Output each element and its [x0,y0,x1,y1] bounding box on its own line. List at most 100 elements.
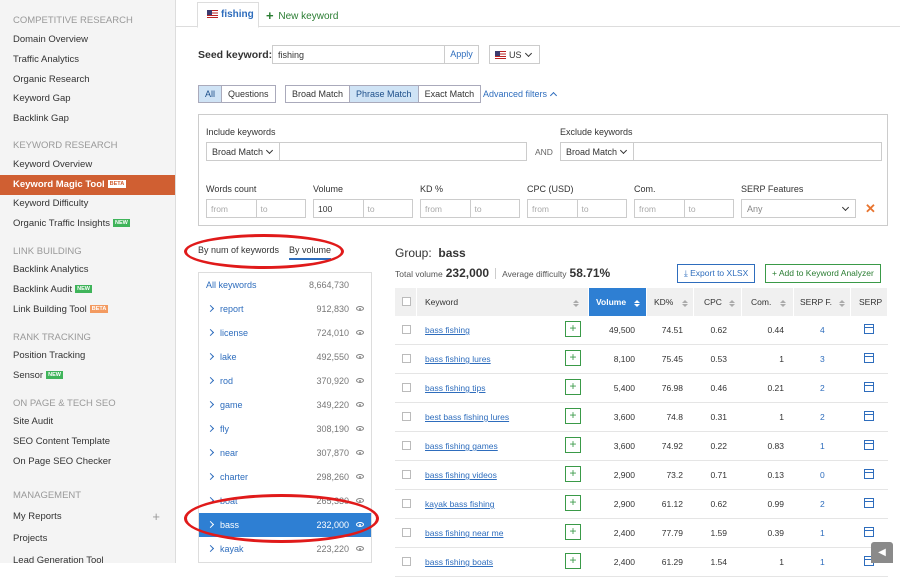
to-field[interactable]: to [363,200,413,217]
serp-features-link[interactable]: 1 [820,557,825,567]
keyword-link[interactable]: best bass fishing lures [425,412,509,422]
sidebar-item-keyword-magic-tool[interactable]: Keyword Magic ToolBETA [0,175,176,195]
exclude-match-select[interactable]: Broad Match [560,142,634,161]
add-keyword-button[interactable]: + [565,553,581,569]
group-item-all[interactable]: All keywords 8,664,730 [199,273,371,297]
eye-icon[interactable] [356,378,364,383]
sidebar-item-organic-traffic-insights[interactable]: Organic Traffic InsightsNEW [0,214,176,234]
group-item[interactable]: lake492,550 [199,345,371,369]
row-checkbox[interactable] [402,528,411,537]
feedback-icon[interactable]: ◀ [871,542,893,563]
add-keyword-button[interactable]: + [565,495,581,511]
from-field[interactable]: from [635,200,684,217]
cpc-range[interactable]: fromto [527,199,627,218]
keyword-link[interactable]: bass fishing near me [425,528,503,538]
group-item[interactable]: game349,220 [199,393,371,417]
serp-features-link[interactable]: 1 [820,441,825,451]
sidebar-item-link-building-tool[interactable]: Link Building ToolBETA [0,300,176,320]
eye-icon[interactable] [356,330,364,335]
from-field[interactable]: from [528,200,577,217]
row-checkbox[interactable] [402,470,411,479]
to-field[interactable]: to [684,200,734,217]
serp-features-link[interactable]: 2 [820,383,825,393]
row-checkbox[interactable] [402,441,411,450]
add-keyword-button[interactable]: + [565,408,581,424]
include-keywords-input[interactable] [279,142,527,161]
row-checkbox[interactable] [402,499,411,508]
sidebar-item-organic-research[interactable]: Organic Research [0,70,176,90]
group-item[interactable]: near307,870 [199,441,371,465]
sidebar-item-backlink-audit[interactable]: Backlink AuditNEW [0,280,176,300]
export-xlsx-button[interactable]: ⤓ Export to XLSX [677,264,755,283]
serp-icon[interactable] [864,411,874,421]
row-checkbox[interactable] [402,354,411,363]
serp-features-link[interactable]: 3 [820,354,825,364]
group-item[interactable]: fly308,190 [199,417,371,441]
clear-filters-icon[interactable]: ✕ [865,201,876,217]
add-report-icon[interactable]: + [152,507,160,527]
from-field[interactable]: from [421,200,470,217]
to-field[interactable]: to [256,200,306,217]
serp-features-link[interactable]: 1 [820,528,825,538]
advanced-filters-toggle[interactable]: Advanced filters [483,89,556,99]
tab-exact-match[interactable]: Exact Match [418,86,481,102]
tab-broad-match[interactable]: Broad Match [286,86,349,102]
serp-features-link[interactable]: 0 [820,470,825,480]
row-checkbox[interactable] [402,557,411,566]
eye-icon[interactable] [356,546,364,551]
sidebar-item-my-reports[interactable]: My Reports+ [0,507,176,527]
serp-features-link[interactable]: 4 [820,325,825,335]
serp-icon[interactable] [864,440,874,450]
sidebar-item-site-audit[interactable]: Site Audit [0,412,176,432]
to-field[interactable]: to [470,200,520,217]
column-header-serp-f[interactable]: SERP F. [794,288,851,316]
column-header-cpc[interactable]: CPC [694,288,742,316]
eye-icon[interactable] [356,450,364,455]
column-header-com[interactable]: Com. [742,288,794,316]
serp-icon[interactable] [864,324,874,334]
eye-icon[interactable] [356,306,364,311]
kd-range[interactable]: fromto [420,199,520,218]
tab-fishing[interactable]: fishing [197,2,259,28]
com-range[interactable]: fromto [634,199,734,218]
serp-icon[interactable] [864,527,874,537]
serp-features-link[interactable]: 2 [820,412,825,422]
apply-button[interactable]: Apply [444,46,478,63]
select-all-checkbox[interactable] [402,297,411,306]
to-field[interactable]: to [577,200,627,217]
sidebar-item-sensor[interactable]: SensorNEW [0,366,176,386]
column-header-keyword[interactable]: Keyword [417,288,589,316]
sidebar-item-traffic-analytics[interactable]: Traffic Analytics [0,50,176,70]
tab-all[interactable]: All [199,86,221,102]
keyword-link[interactable]: bass fishing games [425,441,498,451]
serp-features-link[interactable]: 2 [820,499,825,509]
serp-icon[interactable] [864,498,874,508]
column-header-volume[interactable]: Volume [589,288,647,316]
sidebar-item-on-page-seo-checker[interactable]: On Page SEO Checker [0,452,176,472]
column-header-kd[interactable]: KD% [647,288,694,316]
keyword-link[interactable]: bass fishing boats [425,557,493,567]
sidebar-item-keyword-overview[interactable]: Keyword Overview [0,155,176,175]
sidebar-item-domain-overview[interactable]: Domain Overview [0,30,176,50]
add-keyword-button[interactable]: + [565,350,581,366]
tab-phrase-match[interactable]: Phrase Match [349,86,418,102]
database-select[interactable]: US [489,45,540,64]
group-item[interactable]: license724,010 [199,321,371,345]
add-keyword-button[interactable]: + [565,379,581,395]
sidebar-item-backlink-gap[interactable]: Backlink Gap [0,109,176,129]
sidebar-item-keyword-difficulty[interactable]: Keyword Difficulty [0,194,176,214]
serp-icon[interactable] [864,469,874,479]
new-keyword-tab[interactable]: + New keyword [266,8,338,23]
from-field[interactable]: 100 [314,200,363,217]
include-match-select[interactable]: Broad Match [206,142,280,161]
keyword-link[interactable]: bass fishing lures [425,354,491,364]
serp-icon[interactable] [864,382,874,392]
sidebar-item-backlink-analytics[interactable]: Backlink Analytics [0,260,176,280]
group-item[interactable]: report912,830 [199,297,371,321]
add-keyword-button[interactable]: + [565,524,581,540]
eye-icon[interactable] [356,426,364,431]
keyword-link[interactable]: bass fishing videos [425,470,497,480]
keyword-link[interactable]: kayak bass fishing [425,499,494,509]
row-checkbox[interactable] [402,412,411,421]
eye-icon[interactable] [356,474,364,479]
